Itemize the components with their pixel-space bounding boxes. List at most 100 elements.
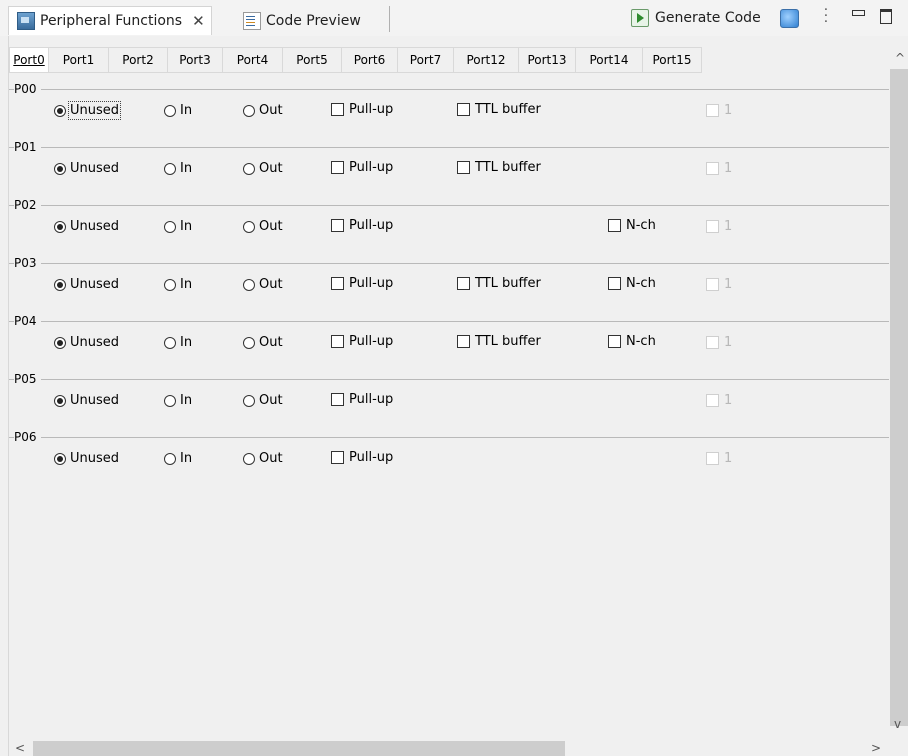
maximize-icon[interactable] [880,9,892,24]
tab-port2[interactable]: Port2 [109,47,168,73]
scroll-down-icon[interactable]: v [894,717,901,731]
radio-unused[interactable]: Unused [54,101,122,120]
checkbox-ttl-buffer[interactable]: TTL buffer [457,160,541,175]
checkbox-nch[interactable]: N-ch [608,334,656,349]
radio-unused-icon[interactable] [54,336,66,349]
radio-in[interactable]: In [164,219,192,234]
radio-out[interactable]: Out [243,219,283,234]
radio-in-icon[interactable] [164,336,176,349]
radio-out-icon[interactable] [243,220,255,233]
radio-in-icon[interactable] [164,278,176,291]
radio-unused-icon[interactable] [54,452,66,465]
generate-code-button[interactable]: Generate Code [631,9,761,27]
checkbox-pullup[interactable]: Pull-up [331,160,393,175]
radio-out-icon[interactable] [243,162,255,175]
tab-port3[interactable]: Port3 [168,47,223,73]
radio-unused-icon[interactable] [54,278,66,291]
radio-in-icon[interactable] [164,162,176,175]
tab-port13[interactable]: Port13 [519,47,576,73]
radio-in-icon[interactable] [164,452,176,465]
checkbox-ttl-buffer[interactable]: TTL buffer [457,276,541,291]
radio-out-icon[interactable] [243,394,255,407]
minimize-icon[interactable] [852,10,865,16]
radio-unused[interactable]: Unused [54,335,119,350]
scroll-left-icon[interactable]: < [15,741,25,755]
radio-out-icon[interactable] [243,278,255,291]
radio-unused-icon[interactable] [54,104,66,117]
radio-unused[interactable]: Unused [54,393,119,408]
checkbox-pullup[interactable]: Pull-up [331,102,393,117]
checkbox-pullup[interactable]: Pull-up [331,392,393,407]
radio-out[interactable]: Out [243,451,283,466]
radio-in[interactable]: In [164,161,192,176]
checkbox-nch[interactable]: N-ch [608,218,656,233]
tab-port7[interactable]: Port7 [398,47,454,73]
radio-unused-icon[interactable] [54,220,66,233]
radio-out-icon[interactable] [243,452,255,465]
checkbox-ttl-buffer[interactable]: TTL buffer [457,102,541,117]
checkbox-ttl-box[interactable] [457,335,470,348]
horizontal-scroll-thumb[interactable] [33,741,565,756]
checkbox-ttl-box[interactable] [457,277,470,290]
radio-out[interactable]: Out [243,393,283,408]
tab-code-preview[interactable]: Code Preview [235,8,369,34]
radio-out-label: Out [259,219,283,234]
checkbox-pullup-box[interactable] [331,219,344,232]
tab-port6[interactable]: Port6 [342,47,398,73]
tab-port0[interactable]: Port0 [9,47,49,73]
radio-unused[interactable]: Unused [54,161,119,176]
radio-out[interactable]: Out [243,103,283,118]
tab-port1[interactable]: Port1 [49,47,109,73]
radio-out-label: Out [259,161,283,176]
scroll-up-icon[interactable]: ^ [895,51,905,65]
checkbox-pullup-box[interactable] [331,103,344,116]
close-icon[interactable]: ✕ [192,12,205,30]
checkbox-nch-box[interactable] [608,277,621,290]
radio-in[interactable]: In [164,103,192,118]
checkbox-pullup-box[interactable] [331,393,344,406]
checkbox-pullup-box[interactable] [331,161,344,174]
checkbox-pullup[interactable]: Pull-up [331,450,393,465]
radio-unused[interactable]: Unused [54,219,119,234]
tab-port12[interactable]: Port12 [454,47,519,73]
radio-in-icon[interactable] [164,220,176,233]
radio-unused-icon[interactable] [54,162,66,175]
radio-in[interactable]: In [164,335,192,350]
radio-in[interactable]: In [164,451,192,466]
checkbox-nch-box[interactable] [608,219,621,232]
help-icon[interactable] [780,9,799,28]
checkbox-ttl-box[interactable] [457,103,470,116]
vertical-scroll-thumb[interactable] [890,69,908,726]
checkbox-nch[interactable]: N-ch [608,276,656,291]
radio-unused[interactable]: Unused [54,277,119,292]
radio-out-icon[interactable] [243,104,255,117]
checkbox-pullup[interactable]: Pull-up [331,334,393,349]
view-menu-icon[interactable]: · · · [822,4,830,29]
checkbox-pullup[interactable]: Pull-up [331,218,393,233]
checkbox-ttl-buffer[interactable]: TTL buffer [457,334,541,349]
radio-out[interactable]: Out [243,335,283,350]
radio-out[interactable]: Out [243,277,283,292]
checkbox-pullup-box[interactable] [331,451,344,464]
tab-port5[interactable]: Port5 [283,47,342,73]
vertical-scrollbar[interactable]: ^ v [890,47,908,741]
checkbox-pullup[interactable]: Pull-up [331,276,393,291]
radio-out[interactable]: Out [243,161,283,176]
checkbox-pullup-box[interactable] [331,335,344,348]
radio-out-icon[interactable] [243,336,255,349]
radio-in[interactable]: In [164,277,192,292]
radio-unused-icon[interactable] [54,394,66,407]
radio-in-icon[interactable] [164,104,176,117]
tab-peripheral-functions[interactable]: Peripheral Functions ✕ [8,6,212,35]
tab-port15[interactable]: Port15 [643,47,702,73]
radio-unused[interactable]: Unused [54,451,119,466]
scroll-right-icon[interactable]: > [871,741,881,755]
tab-port4[interactable]: Port4 [223,47,283,73]
checkbox-nch-box[interactable] [608,335,621,348]
checkbox-pullup-box[interactable] [331,277,344,290]
radio-in-icon[interactable] [164,394,176,407]
radio-in[interactable]: In [164,393,192,408]
checkbox-ttl-box[interactable] [457,161,470,174]
horizontal-scrollbar[interactable]: < > [9,741,890,756]
tab-port14[interactable]: Port14 [576,47,643,73]
